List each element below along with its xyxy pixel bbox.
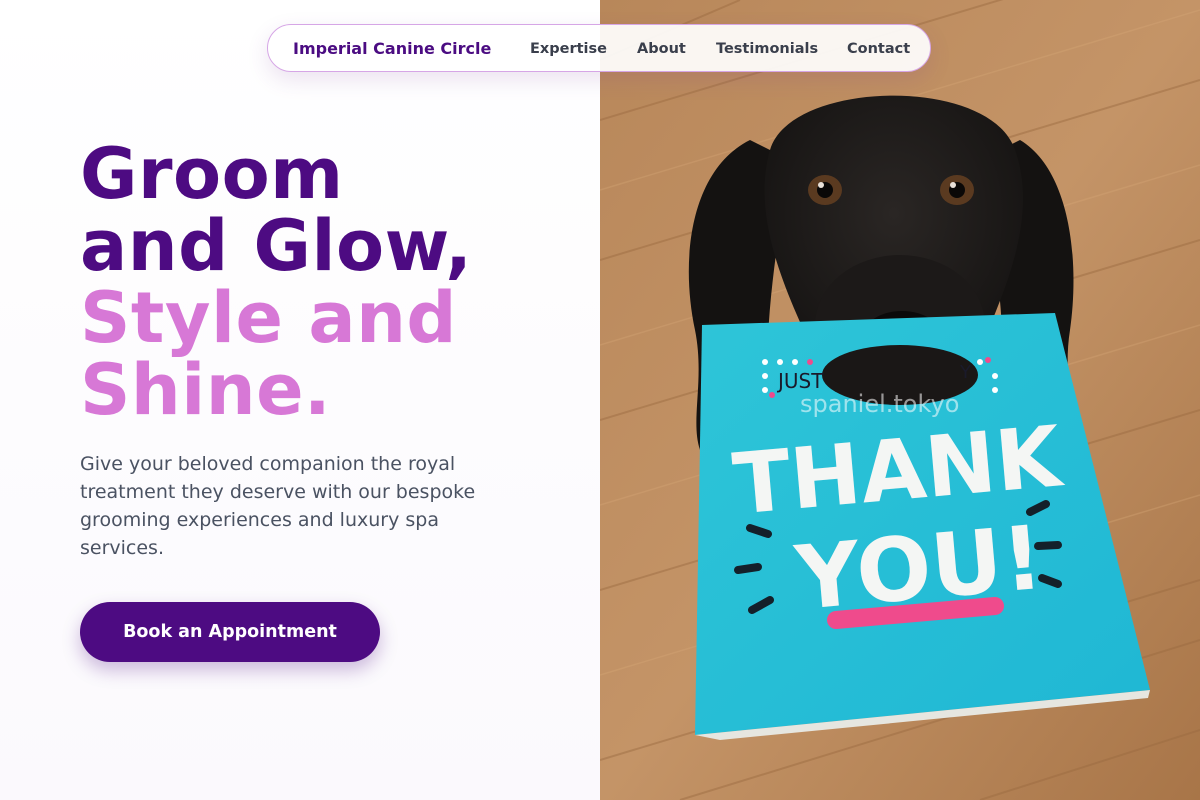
book-appointment-button[interactable]: Book an Appointment bbox=[80, 602, 380, 662]
headline-line-2: and Glow, bbox=[80, 205, 473, 287]
brand-name[interactable]: Imperial Canine Circle bbox=[293, 39, 491, 58]
hero-description: Give your beloved companion the royal tr… bbox=[80, 453, 476, 559]
headline-line-4: Shine. bbox=[80, 349, 332, 431]
dog-thank-you-card-image: JUST Y spaniel.tokyo THANK YOU! bbox=[600, 0, 1200, 800]
headline-line-3: Style and bbox=[80, 277, 458, 359]
hero-headline: Groom and Glow, Style and Shine. bbox=[80, 138, 472, 426]
card-small-text-right: Y bbox=[959, 362, 972, 383]
nav-link-expertise[interactable]: Expertise bbox=[530, 41, 607, 57]
nav-link-contact[interactable]: Contact bbox=[847, 41, 910, 57]
watermark-text: spaniel.tokyo bbox=[800, 390, 959, 418]
nav-link-about[interactable]: About bbox=[637, 41, 686, 57]
headline-line-1: Groom bbox=[80, 133, 344, 215]
nav-link-testimonials[interactable]: Testimonials bbox=[716, 41, 818, 57]
top-navigation: Imperial Canine Circle Expertise About T… bbox=[267, 24, 931, 72]
hero-photo: JUST Y spaniel.tokyo THANK YOU! bbox=[600, 0, 1200, 800]
